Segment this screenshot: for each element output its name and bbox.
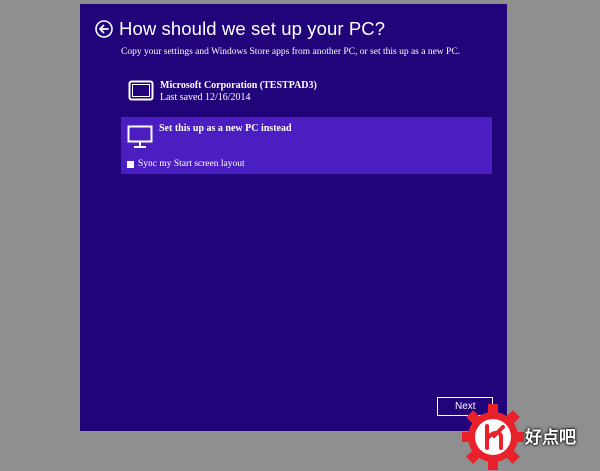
sync-label: Sync my Start screen layout (138, 159, 245, 169)
watermark-text: 好点吧 (525, 428, 576, 448)
tablet-icon (128, 80, 154, 107)
existing-pc-last-saved: Last saved 12/16/2014 (160, 92, 251, 103)
sync-start-screen-option[interactable]: Sync my Start screen layout (127, 159, 245, 169)
back-arrow-icon (95, 20, 113, 38)
watermark: 好点吧 (462, 397, 600, 471)
setup-window: How should we set up your PC? Copy your … (80, 4, 507, 431)
sync-checkbox[interactable] (127, 160, 134, 168)
page-subtitle: Copy your settings and Windows Store app… (121, 47, 461, 57)
monitor-icon (127, 125, 153, 154)
new-pc-label: Set this up as a new PC instead (159, 123, 292, 134)
back-button[interactable] (95, 20, 113, 38)
gear-logo-icon (462, 404, 524, 470)
page-title: How should we set up your PC? (119, 18, 386, 39)
header: How should we set up your PC? (95, 18, 385, 40)
option-new-pc[interactable]: Set this up as a new PC instead Sync my … (121, 117, 492, 174)
existing-pc-name: Microsoft Corporation (TESTPAD3) (160, 80, 317, 91)
option-existing-pc[interactable]: Microsoft Corporation (TESTPAD3) Last sa… (122, 72, 492, 108)
